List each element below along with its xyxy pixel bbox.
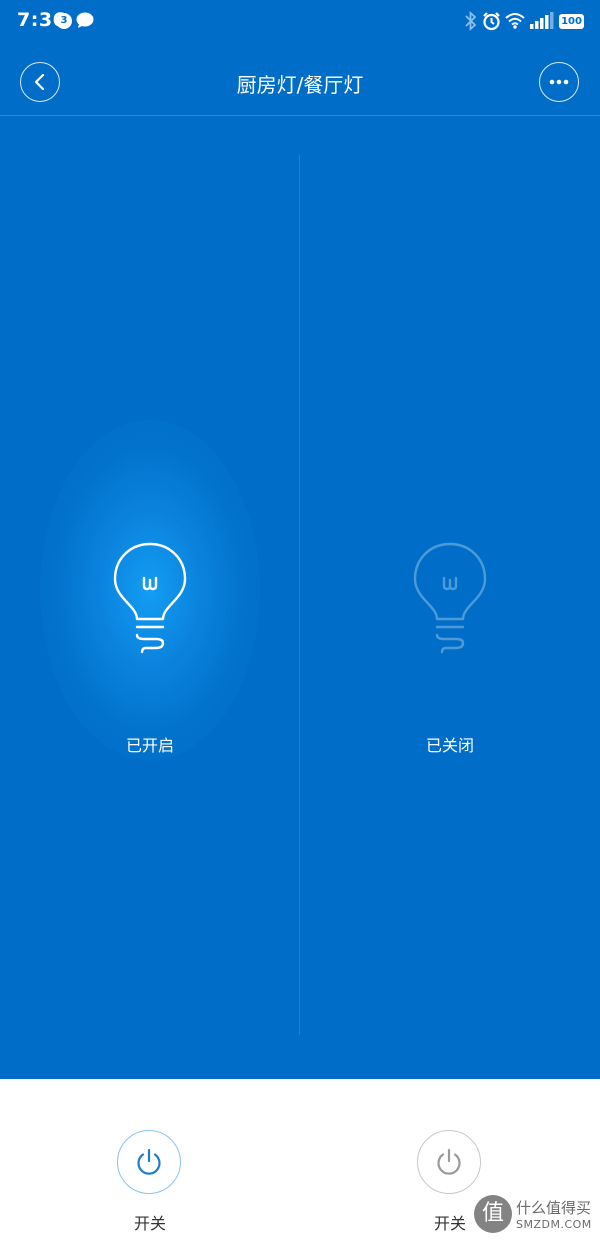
battery-icon: 100: [559, 14, 584, 29]
status-bar: 7:36 3 100: [0, 0, 600, 44]
power-button-label: 开关: [133, 1214, 166, 1233]
lamp-state-label: 已关闭: [425, 736, 474, 755]
signal-icon: [530, 12, 554, 33]
wifi-icon: [505, 12, 525, 33]
more-options-button[interactable]: [539, 62, 579, 102]
power-button[interactable]: [417, 1130, 481, 1194]
power-button[interactable]: [117, 1130, 181, 1194]
page-title: 厨房灯/餐厅灯: [236, 73, 364, 97]
more-dots-icon: [549, 79, 569, 85]
watermark-logo: 值: [474, 1195, 512, 1233]
bluetooth-icon: [464, 10, 477, 35]
light-bulb-icon[interactable]: [111, 540, 189, 660]
lamp-state-label: 已开启: [125, 736, 174, 755]
chat-bubble-icon: [76, 12, 94, 33]
watermark-domain: SMZDM.COM: [516, 1218, 592, 1231]
app-header: 厨房灯/餐厅灯: [0, 44, 600, 116]
light-bulb-icon[interactable]: [411, 540, 489, 660]
panel-divider: [299, 155, 300, 1035]
alarm-icon: [482, 11, 501, 35]
power-icon: [437, 1148, 461, 1175]
watermark: 值 什么值得买 SMZDM.COM: [474, 1193, 596, 1239]
device-control-screen: 7:36 3 100 厨房灯/餐厅灯 已开启 已关闭 开关 开关 值 什么值得买…: [0, 0, 600, 1246]
power-icon: [137, 1148, 161, 1175]
watermark-text: 什么值得买: [516, 1199, 592, 1217]
notification-count-badge: 3: [56, 13, 72, 29]
